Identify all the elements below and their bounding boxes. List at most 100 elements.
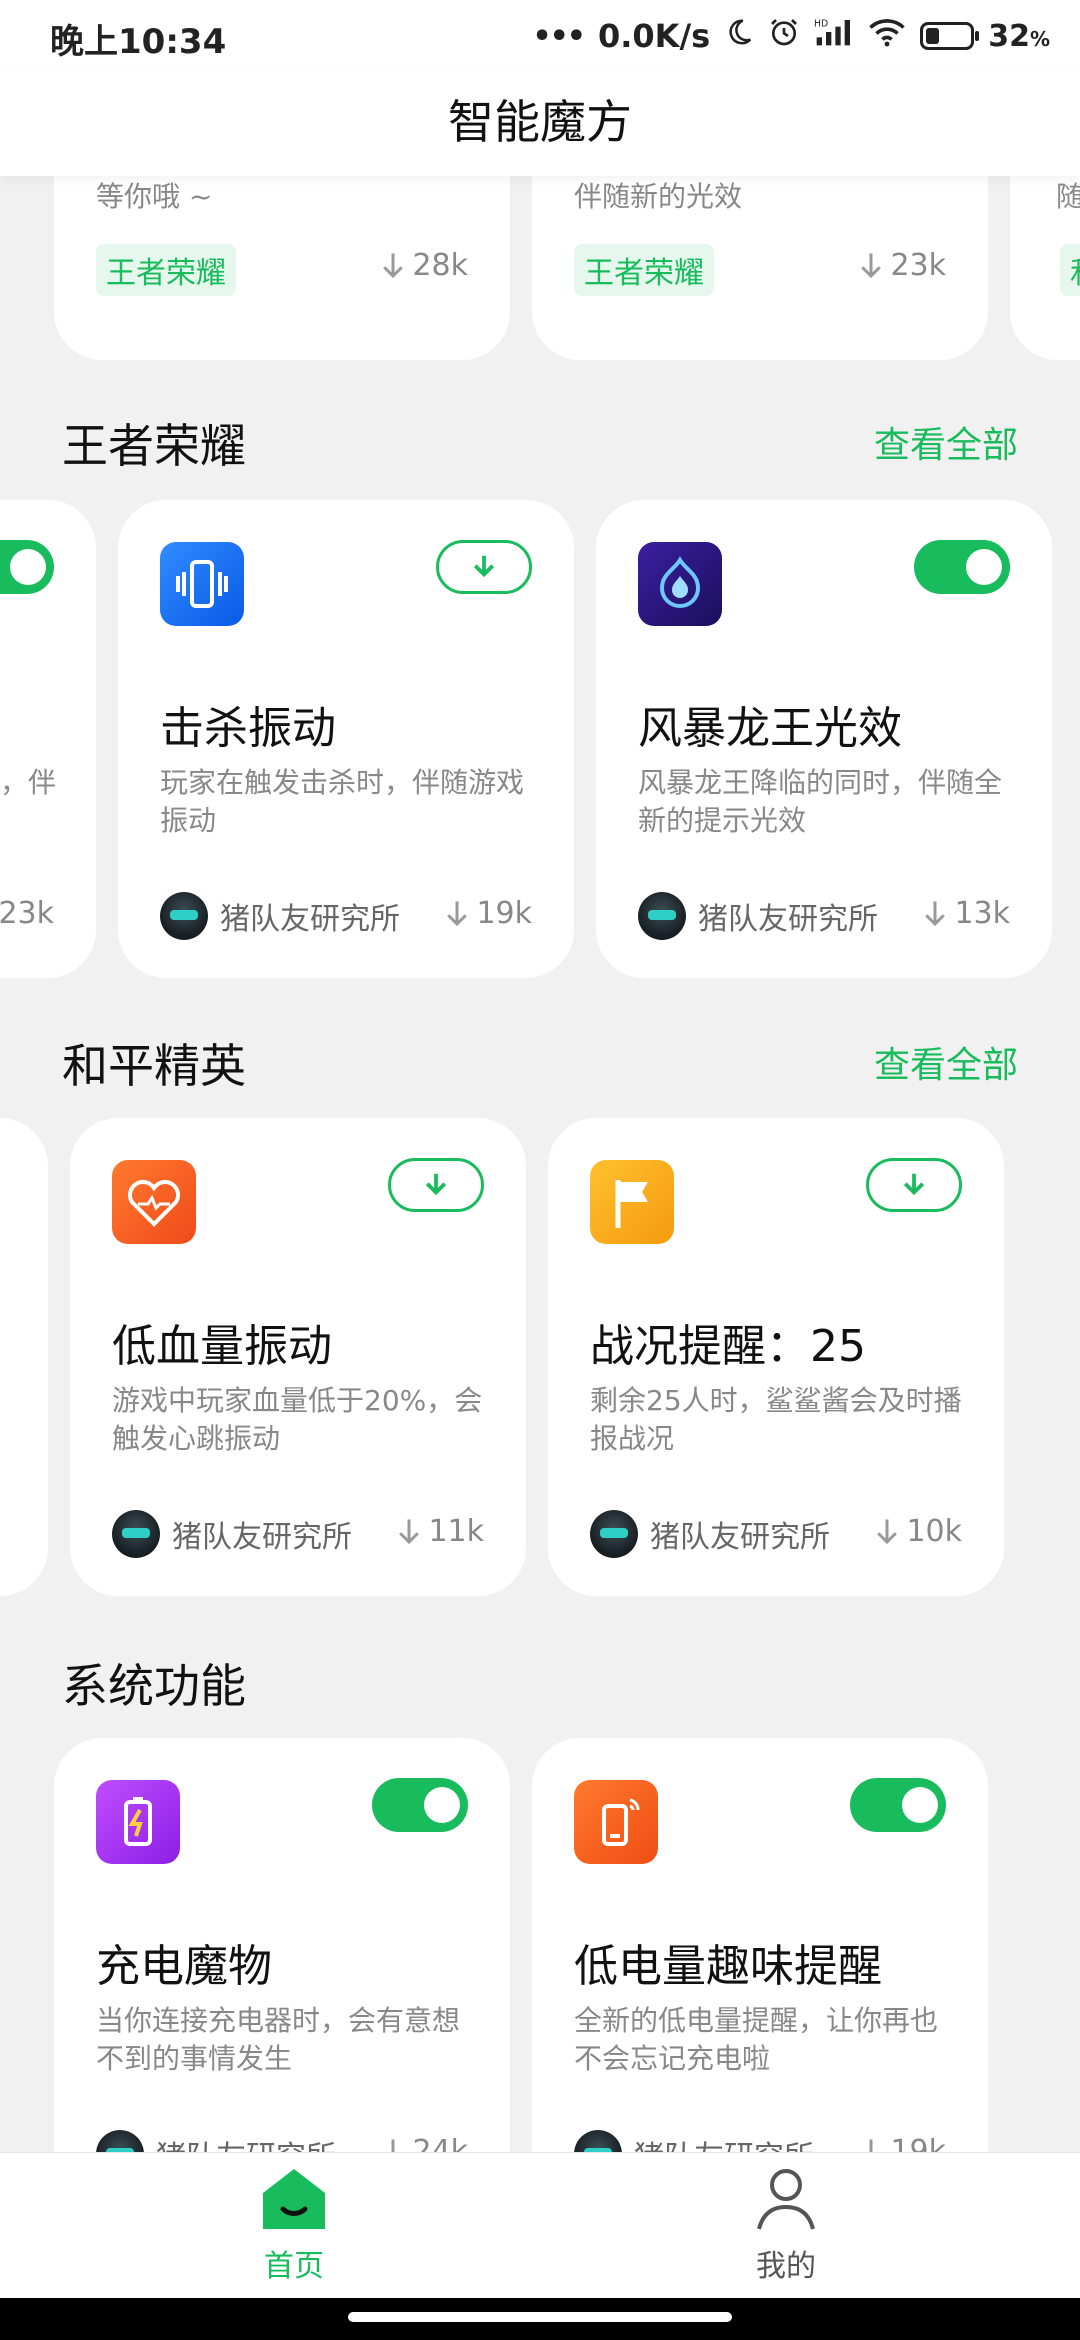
status-time: 晚上10:34 xyxy=(50,22,227,62)
feature-toggle[interactable] xyxy=(850,1778,946,1832)
heart-icon xyxy=(112,1160,196,1244)
card-kill-vibration[interactable]: 击杀振动 玩家在触发击杀时，伴随游戏振动 猪队友研究所 19k xyxy=(118,500,574,978)
arrow-down-icon xyxy=(925,901,946,926)
avatar xyxy=(638,892,686,940)
section-title-honor: 王者荣耀 xyxy=(62,419,246,473)
arrow-down-icon xyxy=(861,253,882,278)
battery-percent: 32% xyxy=(988,18,1050,54)
avatar xyxy=(96,2130,144,2152)
card-top-2[interactable]: 伴随新的光效 王者荣耀 23k xyxy=(532,176,988,360)
card-title: 低电量趣味提醒 xyxy=(574,1941,882,1992)
avatar xyxy=(590,1510,638,1558)
more-dots-icon: ••• xyxy=(532,18,586,54)
author: 猪队友研究所 xyxy=(574,2130,814,2152)
arrow-down-icon xyxy=(863,2139,880,2152)
bottom-nav: 首页 我的 xyxy=(0,2152,1080,2299)
game-tag: 和 xyxy=(1060,244,1080,296)
card-storm-dragon[interactable]: 风暴龙王光效 风暴龙王降临的同时，伴随全新的提示光效 猪队友研究所 13k xyxy=(596,500,1052,978)
card-title: 充电魔物 xyxy=(96,1941,272,1992)
feature-toggle[interactable] xyxy=(372,1778,468,1832)
card-desc: ，伴 xyxy=(0,766,57,799)
download-count: 28k xyxy=(380,248,468,283)
home-indicator[interactable] xyxy=(348,2312,732,2322)
arrow-down-icon xyxy=(385,2139,402,2152)
card-desc: 随 xyxy=(1056,180,1080,213)
download-count: 23k xyxy=(858,248,946,283)
card-desc: 全新的低电量提醒，让你再也不会忘记充电啦 xyxy=(574,2004,939,2075)
card-desc: 剩余25人时，鲨鲨酱会及时播报战况 xyxy=(590,1384,962,1455)
avatar xyxy=(574,2130,622,2152)
moon-icon xyxy=(724,17,754,55)
arrow-down-icon xyxy=(383,253,404,278)
download-count: 10k xyxy=(874,1514,962,1549)
flag-icon xyxy=(590,1160,674,1244)
card-title: 风暴龙王光效 xyxy=(638,703,902,754)
main-scroll-content[interactable]: 等你哦 ~ 王者荣耀 28k 伴随新的光效 王者荣耀 23k 随 和 王者荣耀 … xyxy=(0,176,1080,2152)
card-desc: 当你连接充电器时，会有意想不到的事情发生 xyxy=(96,2004,461,2075)
view-all-peace-link[interactable]: 查看全部 xyxy=(874,1036,1018,1088)
card-top-1[interactable]: 等你哦 ~ 王者荣耀 28k xyxy=(54,176,510,360)
card-charging-monster[interactable]: 充电魔物 当你连接充电器时，会有意想不到的事情发生 猪队友研究所 24k xyxy=(54,1738,510,2152)
card-partial-left[interactable]: ，伴 23k xyxy=(0,500,96,978)
battery-icon xyxy=(920,22,980,50)
card-desc: 风暴龙王降临的同时，伴随全新的提示光效 xyxy=(638,766,1003,837)
network-speed: 0.0K/s xyxy=(597,17,711,55)
download-icon xyxy=(473,555,495,578)
card-low-hp-vibration[interactable]: 低血量振动 游戏中玩家血量低于20%，会触发心跳振动 猪队友研究所 11k xyxy=(70,1118,526,1596)
home-icon xyxy=(263,2169,325,2229)
nav-home-label: 首页 xyxy=(264,2249,324,2284)
download-button[interactable] xyxy=(436,540,532,594)
dragon-icon xyxy=(638,542,722,626)
card-title: 战况提醒：25 xyxy=(590,1321,866,1372)
nav-profile[interactable]: 我的 xyxy=(686,2163,886,2285)
low-battery-phone-icon xyxy=(574,1780,658,1864)
nav-home[interactable]: 首页 xyxy=(194,2163,394,2285)
game-tag: 王者荣耀 xyxy=(96,244,236,296)
feature-toggle[interactable] xyxy=(0,540,54,594)
nav-profile-label: 我的 xyxy=(756,2249,816,2284)
author: 猪队友研究所 xyxy=(96,2130,336,2152)
card-partial-left-2[interactable] xyxy=(0,1118,48,1596)
page-title: 智能魔方 xyxy=(448,95,632,149)
download-icon xyxy=(425,1173,447,1196)
arrow-down-icon xyxy=(877,1519,898,1544)
card-title: 低血量振动 xyxy=(112,1321,332,1372)
card-desc: 游戏中玩家血量低于20%，会触发心跳振动 xyxy=(112,1384,483,1455)
download-count: 13k xyxy=(922,896,1010,931)
download-count: 24k xyxy=(380,2134,468,2152)
card-desc: 等你哦 ~ xyxy=(96,180,213,213)
alarm-icon xyxy=(768,16,800,56)
card-desc: 玩家在触发击杀时，伴随游戏振动 xyxy=(160,766,525,837)
author: 猪队友研究所 xyxy=(638,892,878,940)
card-title: 击杀振动 xyxy=(160,703,336,754)
app-bar: 智能魔方 xyxy=(0,72,1080,176)
avatar xyxy=(112,1510,160,1558)
wifi-icon xyxy=(868,17,906,55)
view-all-honor-link[interactable]: 查看全部 xyxy=(874,416,1018,468)
status-icons: ••• 0.0K/s HD 32% xyxy=(532,14,1050,58)
avatar xyxy=(160,892,208,940)
download-count: 23k xyxy=(0,896,54,931)
battery-level xyxy=(926,28,940,44)
section-title-system: 系统功能 xyxy=(62,1659,246,1713)
download-button[interactable] xyxy=(866,1158,962,1212)
status-bar: 晚上10:34 ••• 0.0K/s HD 32% xyxy=(0,0,1080,72)
card-low-battery-reminder[interactable]: 低电量趣味提醒 全新的低电量提醒，让你再也不会忘记充电啦 猪队友研究所 19k xyxy=(532,1738,988,2152)
download-count: 19k xyxy=(858,2134,946,2152)
charging-battery-icon xyxy=(96,1780,180,1864)
download-button[interactable] xyxy=(388,1158,484,1212)
card-battle-report[interactable]: 战况提醒：25 剩余25人时，鲨鲨酱会及时播报战况 猪队友研究所 10k xyxy=(548,1118,1004,1596)
feature-toggle[interactable] xyxy=(914,540,1010,594)
signal-hd-icon: HD xyxy=(814,16,854,56)
section-title-peace: 和平精英 xyxy=(62,1039,246,1093)
system-home-bar xyxy=(0,2298,1080,2340)
svg-text:HD: HD xyxy=(814,19,828,30)
arrow-down-icon xyxy=(447,901,468,926)
download-icon xyxy=(903,1173,925,1196)
game-tag: 王者荣耀 xyxy=(574,244,714,296)
arrow-down-icon xyxy=(399,1519,420,1544)
vibration-icon xyxy=(160,542,244,626)
author: 猪队友研究所 xyxy=(160,892,400,940)
card-desc: 伴随新的光效 xyxy=(574,180,743,213)
card-top-3-partial[interactable]: 随 和 xyxy=(1010,176,1080,360)
